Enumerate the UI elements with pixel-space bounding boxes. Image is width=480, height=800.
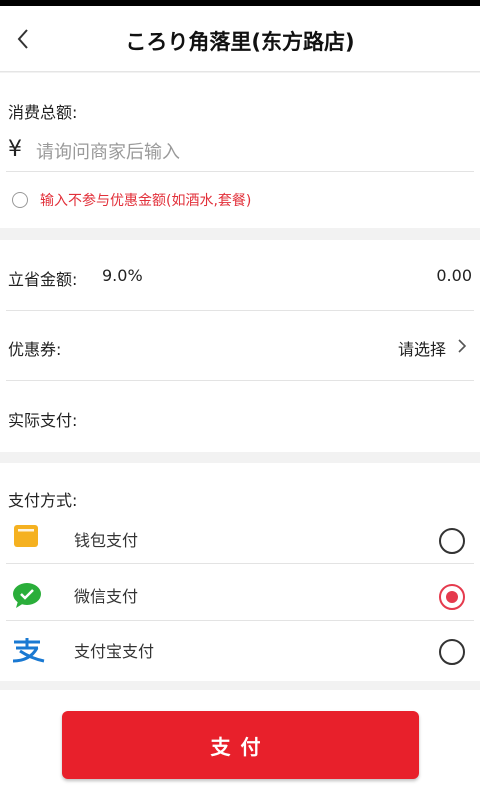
summary-section: 立省金额: 9.0% 0.00 优惠券: 请选择 实际支付: <box>0 240 480 452</box>
payment-section: 支付方式: 钱包支付 微信支付 支付宝支付 <box>0 463 480 681</box>
exclude-amount-label: 输入不参与优惠金额(如酒水,套餐) <box>40 193 252 209</box>
payment-option-wallet[interactable]: 钱包支付 <box>0 513 480 563</box>
chevron-right-icon <box>456 337 468 355</box>
amount-input[interactable] <box>36 139 456 165</box>
divider <box>6 171 474 172</box>
payment-option-wechat[interactable]: 微信支付 <box>0 567 480 619</box>
payment-label-alipay: 支付宝支付 <box>74 642 155 661</box>
actual-pay-label: 实际支付: <box>8 411 78 430</box>
coupon-select-text: 请选择 <box>397 340 446 359</box>
header: ころり角落里(东方路店) <box>0 6 480 72</box>
divider <box>6 563 474 564</box>
payment-option-alipay[interactable]: 支付宝支付 <box>0 623 480 677</box>
payment-radio-wallet[interactable] <box>439 528 465 554</box>
coupon-row[interactable]: 优惠券: 请选择 <box>0 311 480 380</box>
amount-section: 消费总额: ¥ 输入不参与优惠金额(如酒水,套餐) <box>0 73 480 228</box>
coupon-label: 优惠券: <box>8 340 62 359</box>
wechat-icon <box>12 582 44 608</box>
payment-radio-alipay[interactable] <box>439 639 465 665</box>
payment-title: 支付方式: <box>8 491 78 510</box>
divider <box>6 380 474 381</box>
payment-label-wallet: 钱包支付 <box>74 531 139 550</box>
back-icon[interactable] <box>12 26 36 52</box>
wallet-icon <box>13 523 39 549</box>
payment-radio-wechat[interactable] <box>439 584 465 610</box>
pay-button[interactable]: 支付 <box>62 711 419 779</box>
divider <box>6 620 474 621</box>
payment-label-wechat: 微信支付 <box>74 587 139 606</box>
page-title: ころり角落里(东方路店) <box>125 30 355 54</box>
discount-label: 立省金额: <box>8 270 78 289</box>
discount-amount: 0.00 <box>436 266 472 285</box>
currency-symbol: ¥ <box>8 137 22 162</box>
amount-label: 消费总额: <box>8 103 78 122</box>
alipay-icon <box>10 637 46 663</box>
discount-rate: 9.0% <box>102 266 143 285</box>
exclude-amount-radio[interactable] <box>12 192 28 208</box>
